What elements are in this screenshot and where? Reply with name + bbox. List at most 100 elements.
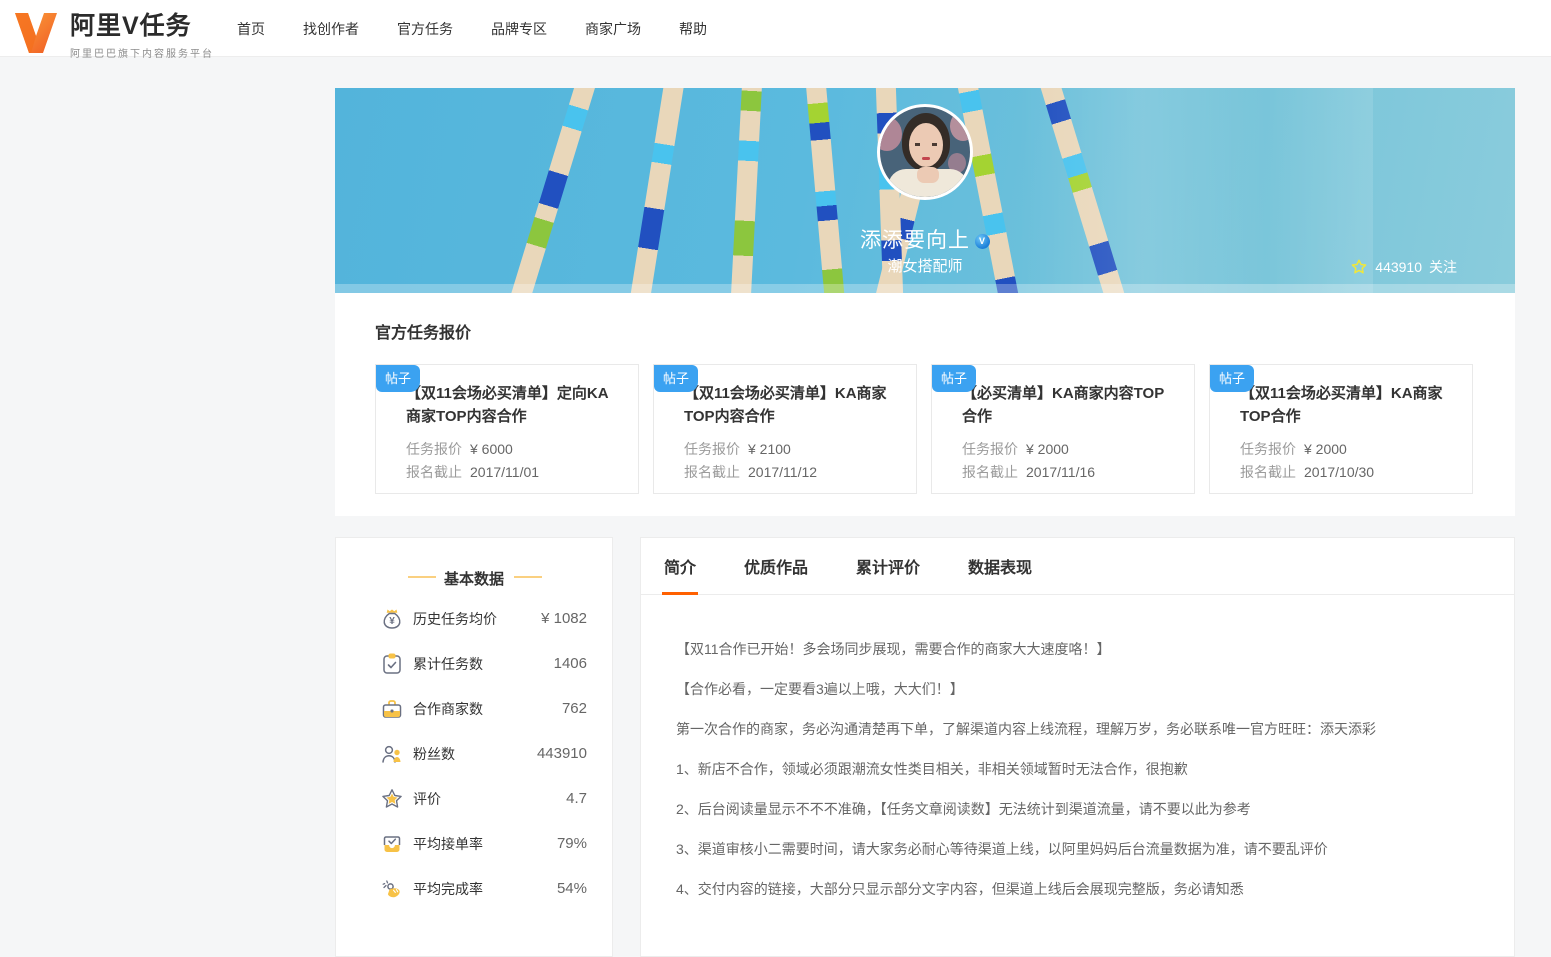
intro-paragraph: 1、新店不合作，领域必须跟潮流女性类目相关，非相关领域暂时无法合作，很抱歉 xyxy=(676,761,1188,777)
briefcase-icon xyxy=(382,699,402,718)
stat-label: 评价 xyxy=(413,790,441,807)
v-logo-icon xyxy=(15,13,57,53)
site-logo[interactable]: 阿里V任务 阿里巴巴旗下内容服务平台 xyxy=(12,6,214,60)
intro-paragraph: 4、交付内容的链接，大部分只显示部分文字内容，但渠道上线后会展现完整版，务必请知… xyxy=(676,881,1244,897)
avatar-bg-flower xyxy=(880,117,902,151)
avatar-hands xyxy=(917,167,939,183)
official-tasks-section: 官方任务报价 帖子 【双11会场必买清单】定向KA商家TOP内容合作 任务报价 ¥… xyxy=(335,293,1515,516)
deadline-label: 报名截止 xyxy=(1240,464,1296,480)
post-type-badge: 帖子 xyxy=(376,365,421,392)
complete-rate-icon xyxy=(382,879,400,897)
deadline-label: 报名截止 xyxy=(684,464,740,480)
stat-row: 合作商家数 762 xyxy=(336,686,612,731)
stat-row: 评价 4.7 xyxy=(336,776,612,821)
profile-banner: 添添要向上 V 潮女搭配师 443910 关注 xyxy=(335,88,1515,293)
verified-badge-icon: V xyxy=(975,233,990,249)
deadline-label: 报名截止 xyxy=(406,464,462,480)
main-nav: 首页 找创作者 官方任务 品牌专区 商家广场 帮助 xyxy=(237,0,707,57)
task-cards: 帖子 【双11会场必买清单】定向KA商家TOP内容合作 任务报价 ¥ 6000 报… xyxy=(375,364,1477,494)
price-value: ¥ 2000 xyxy=(1026,441,1069,457)
follow-button[interactable]: 443910 关注 xyxy=(1350,257,1457,277)
intro-content: 【双11合作已开始！多会场同步展现，需要合作的商家大大速度咯！】 【合作必看，一… xyxy=(641,595,1514,909)
nav-item-official-tasks[interactable]: 官方任务 xyxy=(397,19,453,39)
post-type-badge: 帖子 xyxy=(1210,365,1255,392)
fans-icon xyxy=(382,745,401,763)
stat-row: 累计任务数 1406 xyxy=(336,641,612,686)
profile-tabs: 简介 优质作品 累计评价 数据表现 xyxy=(641,538,1514,595)
task-title: 【双11会场必买清单】定向KA商家TOP内容合作 xyxy=(406,385,609,425)
stat-value: 54% xyxy=(556,880,587,897)
task-card[interactable]: 帖子 【双11会场必买清单】KA商家TOP合作 任务报价 ¥ 2000 报名截止 2… xyxy=(1209,364,1473,494)
stat-value: 443910 xyxy=(536,745,587,762)
nav-item-help[interactable]: 帮助 xyxy=(679,19,707,39)
price-label: 任务报价 xyxy=(962,441,1018,457)
creator-name: 添添要向上 xyxy=(860,229,970,252)
task-title: 【双11会场必买清单】KA商家TOP合作 xyxy=(1240,385,1443,425)
avatar-eyes xyxy=(915,143,937,146)
profile-hero-card: 添添要向上 V 潮女搭配师 443910 关注 官方任务报价 帖子 【双11会场必… xyxy=(335,88,1515,516)
price-label: 任务报价 xyxy=(1240,441,1296,457)
title-dash: —— xyxy=(407,568,436,585)
stat-label: 平均完成率 xyxy=(413,880,483,897)
price-label: 任务报价 xyxy=(684,441,740,457)
creator-name-row: 添添要向上 V xyxy=(335,224,1515,254)
task-title: 【必买清单】KA商家内容TOP合作 xyxy=(962,385,1165,425)
post-type-badge: 帖子 xyxy=(654,365,699,392)
stat-row: 平均完成率 54% xyxy=(336,866,612,911)
nav-item-brand-zone[interactable]: 品牌专区 xyxy=(491,19,547,39)
section-title: 官方任务报价 xyxy=(375,325,472,342)
intro-paragraph: 第一次合作的商家，务必沟通清楚再下单，了解渠道内容上线流程，理解万岁，务必联系唯… xyxy=(676,721,1376,737)
title-dash: —— xyxy=(514,568,542,585)
tab-intro[interactable]: 简介 xyxy=(661,538,699,595)
tab-data-performance[interactable]: 数据表现 xyxy=(968,538,1032,594)
intro-paragraph: 2、后台阅读量显示不不不准确，【任务文章阅读数】无法统计到渠道流量，请不要以此为… xyxy=(676,801,1251,817)
creator-category: 潮女搭配师 xyxy=(887,258,963,275)
stat-value: 1406 xyxy=(553,655,587,672)
nav-item-merchant-plaza[interactable]: 商家广场 xyxy=(585,19,641,39)
stat-label: 平均接单率 xyxy=(413,835,483,852)
top-header: 阿里V任务 阿里巴巴旗下内容服务平台 首页 找创作者 官方任务 品牌专区 商家广… xyxy=(0,0,1551,60)
task-card[interactable]: 帖子 【双11会场必买清单】KA商家TOP内容合作 任务报价 ¥ 2100 报名截… xyxy=(653,364,917,494)
intro-paragraph: 【双11合作已开始！多会场同步展现，需要合作的商家大大速度咯！】 xyxy=(676,641,1111,657)
post-type-badge: 帖子 xyxy=(932,365,977,392)
stat-row: 平均接单率 79% xyxy=(336,821,612,866)
tab-featured-works[interactable]: 优质作品 xyxy=(744,538,808,594)
task-card[interactable]: 帖子 【双11会场必买清单】定向KA商家TOP内容合作 任务报价 ¥ 6000 报… xyxy=(375,364,639,494)
price-value: ¥ 2000 xyxy=(1304,441,1347,457)
deadline-value: 2017/11/01 xyxy=(470,464,540,480)
price-label: 任务报价 xyxy=(406,441,462,457)
tab-reviews[interactable]: 累计评价 xyxy=(856,538,920,594)
logo-subtitle: 阿里巴巴旗下内容服务平台 xyxy=(70,49,214,60)
deadline-value: 2017/11/12 xyxy=(748,464,818,480)
nav-item-home[interactable]: 首页 xyxy=(237,19,265,39)
stat-label: 粉丝数 xyxy=(413,745,455,762)
star-icon xyxy=(382,788,402,808)
avatar[interactable] xyxy=(877,104,973,200)
profile-detail-panel: 简介 优质作品 累计评价 数据表现 【双11合作已开始！多会场同步展现，需要合作… xyxy=(640,537,1515,957)
stat-label: 累计任务数 xyxy=(413,655,483,672)
follow-label: 关注 xyxy=(1429,259,1457,275)
stat-value: 762 xyxy=(561,700,587,717)
nav-item-find-creators[interactable]: 找创作者 xyxy=(303,19,359,39)
stat-value: ¥ 1082 xyxy=(541,610,587,627)
intro-paragraph: 3、渠道审核小二需要时间，请大家务必耐心等待渠道上线，以阿里妈妈后台流量数据为准… xyxy=(676,841,1328,857)
stat-row: 粉丝数 443910 xyxy=(336,731,612,776)
stat-value: 4.7 xyxy=(566,790,587,807)
basic-data-title: —— 基本数据 —— xyxy=(407,568,542,588)
basic-data-panel: —— 基本数据 —— ¥ 历史任务均价 ¥ 1082 累计任务数 1406 合作… xyxy=(335,537,613,957)
stat-row: ¥ 历史任务均价 ¥ 1082 xyxy=(336,596,612,641)
accept-rate-icon xyxy=(383,835,401,852)
avatar-lips xyxy=(922,157,930,160)
deadline-value: 2017/11/16 xyxy=(1026,464,1096,480)
banner-ground-strip xyxy=(335,284,1515,293)
stat-label: 合作商家数 xyxy=(413,700,483,717)
follow-count: 443910 xyxy=(1375,259,1422,275)
deadline-value: 2017/10/30 xyxy=(1304,464,1375,480)
main-content: 添添要向上 V 潮女搭配师 443910 关注 官方任务报价 帖子 【双11会场必… xyxy=(335,88,1515,957)
deadline-label: 报名截止 xyxy=(962,464,1018,480)
money-bag-icon: ¥ xyxy=(383,609,401,629)
price-value: ¥ 2100 xyxy=(748,441,791,457)
task-card[interactable]: 帖子 【必买清单】KA商家内容TOP合作 任务报价 ¥ 2000 报名截止 2017… xyxy=(931,364,1195,494)
avatar-bg-flower xyxy=(950,111,970,141)
stat-label: 历史任务均价 xyxy=(413,610,497,627)
